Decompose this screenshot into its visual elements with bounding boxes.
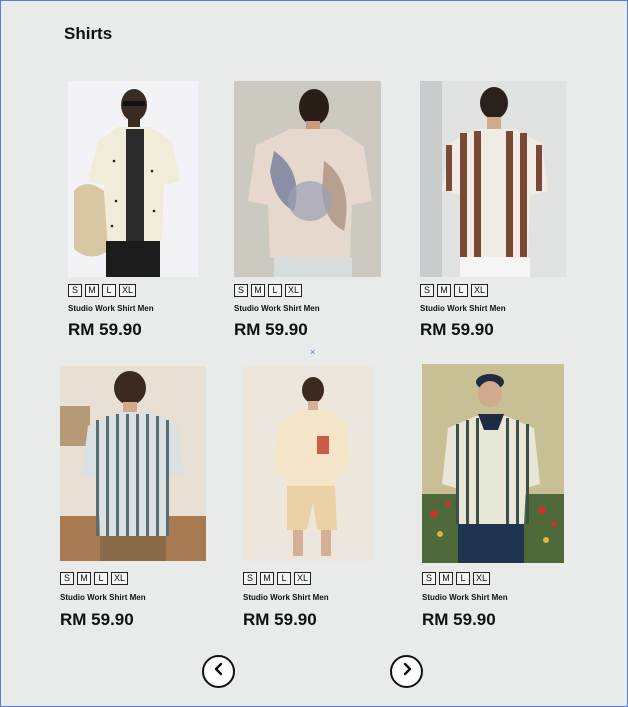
size-xl-button[interactable]: XL [111, 572, 129, 585]
product-price: RM 59.90 [68, 320, 142, 339]
size-m-button[interactable]: M [85, 284, 99, 297]
product-price: RM 59.90 [60, 610, 134, 629]
size-options: S M L XL [68, 284, 137, 297]
size-s-button[interactable]: S [60, 572, 74, 585]
size-l-button[interactable]: L [268, 284, 282, 297]
size-s-button[interactable]: S [420, 284, 434, 297]
chevron-left-icon [213, 662, 225, 681]
size-m-button[interactable]: M [260, 572, 274, 585]
size-s-button[interactable]: S [243, 572, 257, 585]
product-image[interactable] [234, 81, 381, 277]
page-title: Shirts [64, 24, 113, 43]
product-price: RM 59.90 [234, 320, 308, 339]
product-price: RM 59.90 [420, 320, 494, 339]
size-s-button[interactable]: S [422, 572, 436, 585]
size-s-button[interactable]: S [234, 284, 248, 297]
product-name[interactable]: Studio Work Shirt Men [422, 593, 508, 602]
size-l-button[interactable]: L [94, 572, 108, 585]
product-image[interactable] [243, 366, 373, 561]
size-l-button[interactable]: L [277, 572, 291, 585]
size-m-button[interactable]: M [77, 572, 91, 585]
product-price: RM 59.90 [243, 610, 317, 629]
marker-icon: × [310, 347, 316, 357]
size-options: S M L XL [422, 572, 491, 585]
size-m-button[interactable]: M [437, 284, 451, 297]
size-m-button[interactable]: M [251, 284, 265, 297]
chevron-right-icon [401, 662, 413, 681]
size-xl-button[interactable]: XL [294, 572, 312, 585]
size-l-button[interactable]: L [454, 284, 468, 297]
size-m-button[interactable]: M [439, 572, 453, 585]
product-name[interactable]: Studio Work Shirt Men [68, 304, 154, 313]
product-name[interactable]: Studio Work Shirt Men [60, 593, 146, 602]
size-xl-button[interactable]: XL [285, 284, 303, 297]
size-options: S M L XL [420, 284, 489, 297]
size-s-button[interactable]: S [68, 284, 82, 297]
size-xl-button[interactable]: XL [473, 572, 491, 585]
size-l-button[interactable]: L [456, 572, 470, 585]
product-image[interactable] [420, 81, 566, 277]
size-xl-button[interactable]: XL [119, 284, 137, 297]
next-page-button[interactable] [390, 655, 423, 688]
product-name[interactable]: Studio Work Shirt Men [234, 304, 320, 313]
product-image[interactable] [68, 81, 198, 277]
previous-page-button[interactable] [202, 655, 235, 688]
product-image[interactable] [422, 364, 564, 563]
size-l-button[interactable]: L [102, 284, 116, 297]
product-price: RM 59.90 [422, 610, 496, 629]
product-name[interactable]: Studio Work Shirt Men [243, 593, 329, 602]
size-options: S M L XL [60, 572, 129, 585]
product-image[interactable] [60, 366, 206, 561]
product-name[interactable]: Studio Work Shirt Men [420, 304, 506, 313]
size-xl-button[interactable]: XL [471, 284, 489, 297]
size-options: S M L XL [234, 284, 303, 297]
size-options: S M L XL [243, 572, 312, 585]
